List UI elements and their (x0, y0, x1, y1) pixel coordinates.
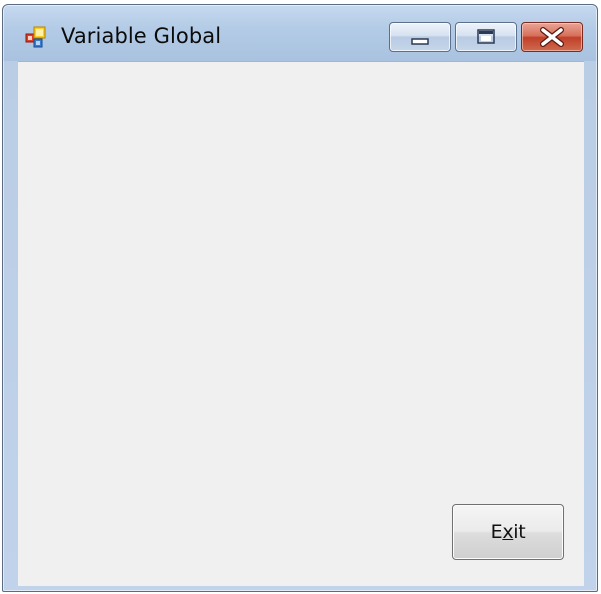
close-icon (540, 27, 564, 47)
maximize-icon (477, 29, 495, 44)
maximize-button[interactable] (455, 22, 517, 52)
exit-label-post: it (513, 521, 526, 543)
title-bar[interactable]: Variable Global (3, 5, 597, 61)
exit-button[interactable]: Ex it (452, 504, 564, 560)
exit-label-pre: E (490, 521, 503, 543)
minimize-icon (411, 38, 429, 45)
app-window: Variable Global Ex it (2, 4, 598, 592)
form-client-area: Ex it (18, 61, 584, 586)
window-title: Variable Global (61, 24, 222, 48)
minimize-button[interactable] (389, 22, 451, 52)
close-button[interactable] (521, 22, 583, 52)
winforms-app-icon[interactable] (25, 26, 47, 48)
exit-label-mnemonic: x (502, 521, 514, 543)
